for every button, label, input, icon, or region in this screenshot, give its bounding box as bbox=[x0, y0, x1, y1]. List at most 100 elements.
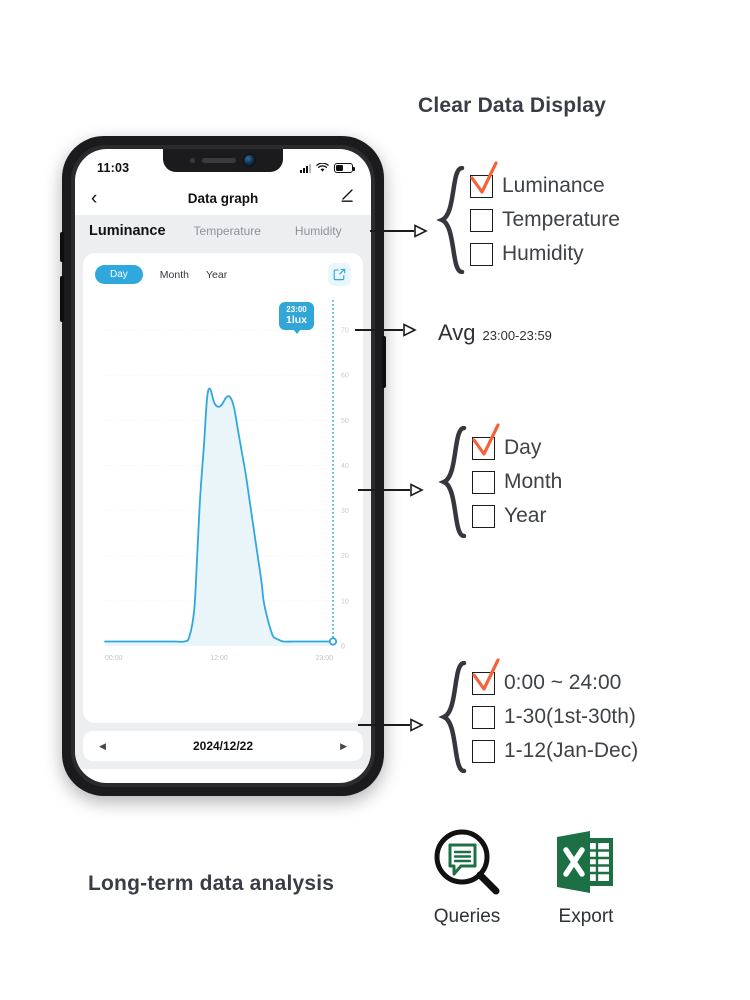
callout-arrow-range bbox=[358, 483, 428, 497]
pencil-edit-icon bbox=[341, 188, 353, 202]
feature-queries[interactable]: Queries bbox=[430, 826, 504, 928]
next-day-button[interactable]: ▶ bbox=[340, 741, 347, 752]
luminance-chart: 23:00 1lux 0 10 20 30 40 50 60 70 00:00 12:00 23:0… bbox=[83, 294, 363, 690]
earpiece-speaker-icon bbox=[202, 158, 236, 163]
checkbox-row-days[interactable]: 1-30(1st-30th) bbox=[472, 700, 638, 734]
checkbox-day[interactable] bbox=[472, 422, 500, 460]
metric-checkbox-list: Luminance Temperature Humidity bbox=[470, 160, 620, 271]
check-tick-icon bbox=[470, 160, 498, 194]
checkbox-row-luminance[interactable]: Luminance bbox=[470, 160, 620, 203]
feature-queries-label: Queries bbox=[433, 906, 501, 927]
svg-text:0: 0 bbox=[341, 644, 345, 651]
phone-screen: 11:03 ‹ Data graph Luminance Temperature… bbox=[75, 149, 371, 783]
tab-temperature[interactable]: Temperature bbox=[194, 224, 261, 238]
chart-svg: 01020304050607000:00 12:00 23:000 bbox=[104, 300, 349, 662]
checkbox-label-hours: 0:00 ~ 24:00 bbox=[504, 671, 622, 694]
arrow-right-icon bbox=[358, 718, 424, 732]
date-bar-wrapper: ◀ 2024/12/22 ▶ bbox=[75, 727, 371, 769]
checkbox-row-hours[interactable]: 0:00 ~ 24:00 bbox=[472, 657, 638, 700]
svg-text:23:00: 23:00 bbox=[315, 655, 333, 662]
chart-tooltip: 23:00 1lux bbox=[279, 302, 315, 331]
callout-arrow-axis bbox=[358, 718, 428, 732]
svg-text:00:00: 00:00 bbox=[105, 655, 123, 662]
check-tick-icon bbox=[472, 657, 500, 691]
brace-icon bbox=[438, 425, 468, 539]
wifi-icon bbox=[316, 163, 329, 172]
svg-text:70: 70 bbox=[341, 328, 349, 335]
chart-card-wrapper: Day Month Year 23:00 1lux 0 10 20 30 40 … bbox=[75, 247, 371, 727]
svg-text:50: 50 bbox=[341, 418, 349, 425]
feature-export[interactable]: Export bbox=[549, 826, 623, 928]
callout-avg: Avg 23:00-23:59 bbox=[438, 320, 552, 346]
checkbox-month[interactable] bbox=[472, 470, 495, 494]
footer-headline-text: Long-term data analysis bbox=[88, 872, 335, 895]
battery-icon bbox=[334, 163, 355, 173]
phone-mockup: 11:03 ‹ Data graph Luminance Temperature… bbox=[60, 136, 386, 796]
headline-text: Clear Data Display bbox=[418, 94, 607, 117]
callout-group-metrics: Luminance Temperature Humidity bbox=[436, 160, 620, 275]
checkbox-label-year: Year bbox=[504, 504, 547, 527]
feature-icons: Queries Export bbox=[430, 826, 623, 928]
svg-text:12:00: 12:00 bbox=[210, 655, 228, 662]
brace-icon bbox=[436, 165, 466, 275]
checkbox-year[interactable] bbox=[472, 504, 495, 528]
range-month-button[interactable]: Month bbox=[160, 269, 189, 281]
checkbox-temperature[interactable] bbox=[470, 208, 493, 232]
callout-arrow-avg bbox=[355, 323, 425, 337]
metric-tabs: Luminance Temperature Humidity bbox=[75, 215, 371, 247]
svg-text:10: 10 bbox=[341, 598, 349, 605]
tooltip-time: 23:00 bbox=[286, 305, 307, 314]
checkbox-days[interactable] bbox=[472, 705, 495, 729]
checkbox-row-months[interactable]: 1-12(Jan-Dec) bbox=[472, 734, 638, 768]
checkbox-luminance[interactable] bbox=[470, 160, 498, 198]
tab-luminance[interactable]: Luminance bbox=[89, 223, 166, 239]
checkbox-row-month[interactable]: Month bbox=[472, 465, 562, 499]
signal-bars-icon bbox=[300, 163, 311, 173]
checkbox-label-temperature: Temperature bbox=[502, 208, 620, 231]
app-header: ‹ Data graph bbox=[75, 181, 371, 215]
range-day-button[interactable]: Day bbox=[95, 265, 143, 284]
svg-text:20: 20 bbox=[341, 553, 349, 560]
arrow-right-icon bbox=[370, 224, 428, 238]
checkbox-row-day[interactable]: Day bbox=[472, 422, 562, 465]
tooltip-value: 1lux bbox=[286, 314, 308, 327]
excel-file-icon bbox=[557, 831, 613, 893]
tab-humidity[interactable]: Humidity bbox=[295, 224, 342, 238]
status-time: 11:03 bbox=[97, 161, 130, 175]
proximity-sensor-icon bbox=[190, 158, 195, 163]
phone-notch bbox=[163, 149, 283, 172]
checkbox-months[interactable] bbox=[472, 739, 495, 763]
checkbox-label-day: Day bbox=[504, 436, 542, 459]
checkbox-humidity[interactable] bbox=[470, 242, 493, 266]
brace-icon bbox=[438, 660, 468, 774]
prev-day-button[interactable]: ◀ bbox=[99, 741, 106, 752]
range-checkbox-list: Day Month Year bbox=[472, 422, 562, 533]
range-selector: Day Month Year bbox=[83, 253, 363, 290]
range-year-button[interactable]: Year bbox=[206, 269, 227, 281]
avg-label: Avg bbox=[438, 320, 476, 345]
page-title: Data graph bbox=[187, 190, 259, 206]
svg-text:30: 30 bbox=[341, 508, 349, 515]
callout-group-range: Day Month Year bbox=[438, 422, 562, 539]
phone-side-button-left-lower bbox=[60, 276, 64, 322]
checkbox-label-days: 1-30(1st-30th) bbox=[504, 705, 636, 728]
callout-group-axis: 0:00 ~ 24:00 1-30(1st-30th) 1-12(Jan-Dec… bbox=[438, 657, 638, 774]
svg-text:60: 60 bbox=[341, 373, 349, 380]
edit-button[interactable] bbox=[339, 188, 355, 209]
chart-card: Day Month Year 23:00 1lux 0 10 20 30 40 … bbox=[83, 253, 363, 723]
checkbox-row-humidity[interactable]: Humidity bbox=[470, 237, 620, 271]
phone-side-button-left-upper bbox=[60, 232, 64, 262]
checkbox-label-humidity: Humidity bbox=[502, 242, 584, 265]
arrow-right-icon bbox=[355, 323, 417, 337]
phone-bezel: 11:03 ‹ Data graph Luminance Temperature… bbox=[71, 145, 375, 787]
checkbox-label-month: Month bbox=[504, 470, 563, 493]
date-navigation-bar: ◀ 2024/12/22 ▶ bbox=[83, 731, 363, 761]
phone-side-button-right bbox=[382, 336, 386, 388]
magnifier-document-icon bbox=[434, 829, 500, 895]
checkbox-row-temperature[interactable]: Temperature bbox=[470, 203, 620, 237]
svg-text:40: 40 bbox=[341, 463, 349, 470]
check-tick-icon bbox=[472, 422, 500, 456]
checkbox-row-year[interactable]: Year bbox=[472, 499, 562, 533]
checkbox-hours[interactable] bbox=[472, 657, 500, 695]
export-share-button[interactable] bbox=[328, 263, 351, 286]
